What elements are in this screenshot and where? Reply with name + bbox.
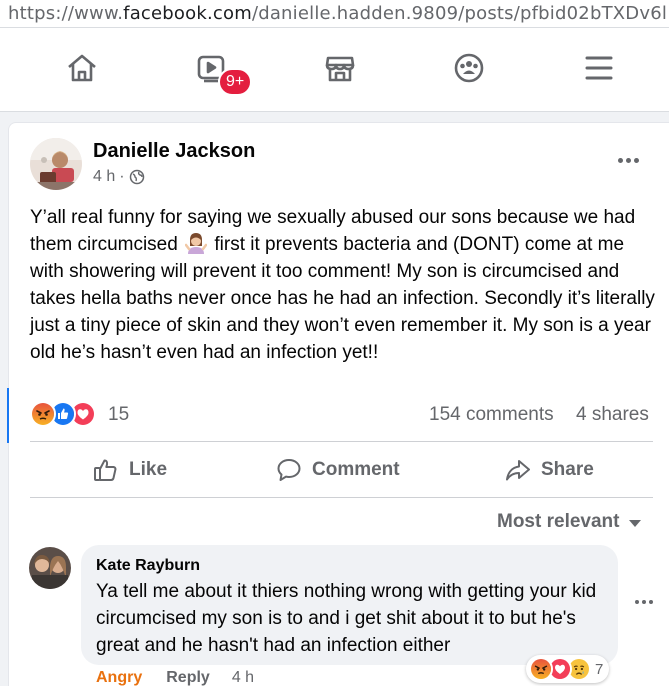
post-text: Y’all real funny for saying we sexually … [30,207,655,363]
author-avatar[interactable] [30,138,82,190]
comment-reaction-summary[interactable]: 7 [526,655,610,683]
comment-reaction-count: 7 [595,660,604,678]
comment-button[interactable]: Comment [276,454,400,486]
globe-icon [129,169,144,185]
comments-count-link[interactable]: 154 comments [429,404,554,426]
comment-text: Ya tell me about it thiers nothing wrong… [96,581,597,656]
comment-label: Comment [312,459,400,480]
reaction-count[interactable]: 15 [108,404,129,426]
address-bar[interactable]: https://www.facebook.com/danielle.hadden… [0,0,669,28]
marketplace-icon[interactable] [320,48,360,88]
post-options-button[interactable] [613,150,643,170]
post-meta: 4 h · [93,168,145,186]
share-label: Share [541,459,594,480]
comment-reply-button[interactable]: Reply [166,669,210,686]
home-icon[interactable] [62,48,102,88]
caret-down-icon [629,520,642,527]
commenter-avatar[interactable] [29,547,71,589]
reaction-summary[interactable] [30,401,96,427]
share-icon [506,460,530,481]
focus-indicator [7,388,9,443]
divider [30,441,653,442]
comment-angry-button[interactable]: Angry [96,669,142,686]
like-button[interactable]: Like [93,454,167,486]
comment-sort-dropdown[interactable]: Most relevant [497,511,642,533]
top-navigation: 9+ [0,28,669,112]
notification-badge: 9+ [218,68,253,96]
angry-reaction-icon [30,401,56,427]
comment-icon [277,459,301,481]
post-timestamp[interactable]: 4 h [93,168,115,186]
like-label: Like [129,459,168,480]
url-text: https://www.facebook.com/danielle.hadden… [8,3,668,24]
sort-label: Most relevant [497,511,620,532]
groups-icon[interactable] [449,48,489,88]
comment-author-name[interactable]: Kate Rayburn [96,557,200,575]
woman-shrugging-emoji [185,233,208,254]
comment-timestamp[interactable]: 4 h [232,669,254,686]
share-button[interactable]: Share [505,454,594,486]
comment-options-button[interactable] [632,600,656,610]
post-author-name[interactable]: Danielle Jackson [93,140,255,163]
menu-icon[interactable] [579,48,619,88]
meta-separator: · [119,168,125,185]
shares-count-link[interactable]: 4 shares [576,404,649,426]
angry-reaction-icon [529,657,553,681]
comment-footer: Angry Reply 4 h [96,669,254,686]
divider [30,497,653,498]
thumbs-up-icon [94,459,117,481]
